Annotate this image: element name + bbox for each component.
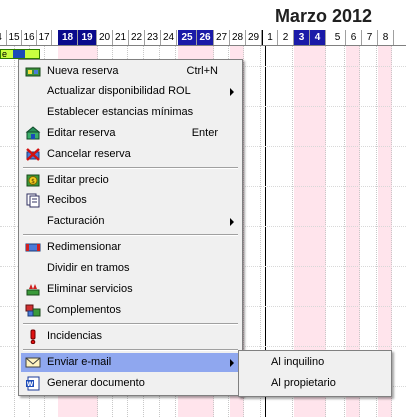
- day-cell[interactable]: 24: [161, 30, 177, 45]
- menu-item-editar-reserva[interactable]: Editar reserva Enter: [21, 124, 240, 143]
- day-cell-weekend[interactable]: 26: [197, 30, 214, 45]
- day-cell[interactable]: 7: [362, 30, 378, 45]
- day-cell[interactable]: 6: [346, 30, 362, 45]
- submenu-arrow-icon: [230, 218, 234, 226]
- day-cell[interactable]: 27: [214, 30, 230, 45]
- submenu-arrow-icon: [230, 359, 234, 367]
- day-cell[interactable]: 29: [246, 30, 262, 45]
- menu-separator: [23, 349, 238, 351]
- month-title: Marzo 2012: [274, 6, 372, 26]
- day-header-row: 4 15 16 17 18 19 20 21 22 23 24 25 26 27…: [0, 30, 406, 46]
- edit-price-icon: $: [26, 174, 40, 187]
- new-reservation-icon: [25, 67, 41, 77]
- svg-text:W: W: [27, 381, 34, 388]
- day-cell[interactable]: 1: [262, 30, 278, 45]
- day-cell-weekend[interactable]: 3: [294, 30, 310, 45]
- submenu-item-al-propietario[interactable]: Al propietario: [241, 374, 389, 393]
- incidents-icon: [30, 329, 36, 344]
- booking-selection: [13, 50, 25, 58]
- day-cell[interactable]: 23: [145, 30, 161, 45]
- menu-item-estancias-minimas[interactable]: Establecer estancias mínimas: [21, 103, 240, 122]
- menu-item-complementos[interactable]: Complementos: [21, 301, 240, 320]
- menu-item-editar-precio[interactable]: $ Editar precio: [21, 171, 240, 190]
- day-cell-weekend[interactable]: 18: [58, 30, 78, 45]
- day-cell[interactable]: 8: [378, 30, 394, 45]
- menu-separator: [23, 323, 238, 325]
- day-cell[interactable]: 28: [230, 30, 246, 45]
- menu-item-incidencias[interactable]: Incidencias: [21, 327, 240, 346]
- menu-item-recibos[interactable]: Recibos: [21, 191, 240, 210]
- menu-item-dividir-tramos[interactable]: Dividir en tramos: [21, 259, 240, 278]
- day-cell[interactable]: 4: [0, 30, 7, 45]
- day-cell-weekend[interactable]: 25: [178, 30, 197, 45]
- submenu-arrow-icon: [230, 88, 234, 96]
- day-cell[interactable]: 2: [278, 30, 294, 45]
- calendar-header: Marzo 2012: [0, 0, 406, 31]
- email-submenu: Al inquilino Al propietario: [238, 350, 392, 397]
- menu-item-eliminar-servicios[interactable]: Eliminar servicios: [21, 280, 240, 299]
- context-menu: Nueva reserva Ctrl+N Actualizar disponib…: [18, 59, 243, 396]
- day-cell-weekend[interactable]: 4: [310, 30, 326, 45]
- cancel-reservation-icon: [26, 148, 40, 161]
- day-cell[interactable]: 17: [37, 30, 52, 45]
- complements-icon: [25, 304, 41, 317]
- day-cell[interactable]: 20: [97, 30, 113, 45]
- svg-text:$: $: [31, 178, 35, 185]
- menu-item-enviar-email[interactable]: Enviar e-mail: [21, 353, 240, 372]
- menu-separator: [23, 167, 238, 169]
- submenu-item-al-inquilino[interactable]: Al inquilino: [241, 353, 389, 372]
- day-cell[interactable]: 5: [330, 30, 346, 45]
- day-cell[interactable]: 21: [113, 30, 129, 45]
- menu-item-cancelar-reserva[interactable]: Cancelar reserva: [21, 145, 240, 164]
- menu-item-redimensionar[interactable]: Redimensionar: [21, 238, 240, 257]
- booking-bar[interactable]: e: [0, 49, 40, 59]
- menu-item-nueva-reserva[interactable]: Nueva reserva Ctrl+N: [21, 62, 240, 81]
- menu-item-generar-documento[interactable]: W Generar documento: [21, 374, 240, 393]
- remove-services-icon: [26, 284, 40, 296]
- day-cell[interactable]: 16: [22, 30, 37, 45]
- booking-label: e: [2, 49, 8, 59]
- resize-icon: [25, 243, 41, 252]
- email-icon: [25, 357, 41, 368]
- edit-reservation-icon: [25, 126, 41, 140]
- menu-item-actualizar-disponibilidad[interactable]: Actualizar disponibilidad ROL: [21, 82, 240, 101]
- receipts-icon: [26, 193, 40, 208]
- menu-item-facturacion[interactable]: Facturación: [21, 212, 240, 231]
- day-cell-weekend[interactable]: 19: [78, 30, 97, 45]
- menu-separator: [23, 234, 238, 236]
- day-cell[interactable]: 15: [7, 30, 22, 45]
- word-document-icon: W: [26, 376, 40, 391]
- day-cell[interactable]: 22: [129, 30, 145, 45]
